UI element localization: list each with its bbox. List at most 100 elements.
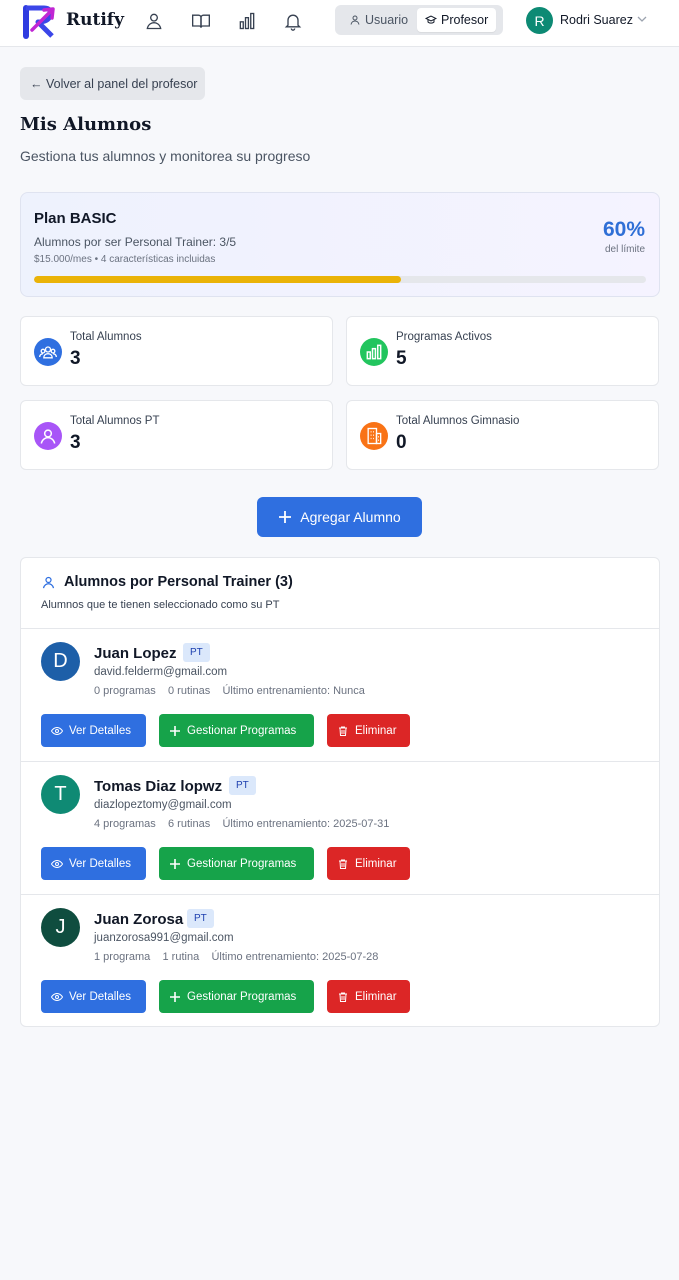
stat-card-total-students: Total Alumnos 3	[20, 316, 333, 386]
rutify-logo-icon[interactable]	[22, 4, 58, 40]
student-name: Juan Zorosa	[94, 911, 184, 928]
plan-usage-label: del límite	[604, 244, 645, 255]
bell-icon[interactable]	[281, 9, 305, 33]
plus-icon	[279, 511, 292, 523]
delete-label: Eliminar	[355, 724, 397, 737]
view-details-label: Ver Detalles	[69, 724, 132, 737]
student-name: Juan Lopez	[94, 645, 177, 662]
delete-label: Eliminar	[355, 857, 397, 870]
delete-button[interactable]: Eliminar	[327, 714, 410, 747]
student-email: juanzorosa991@gmail.com	[94, 932, 234, 944]
trash-icon	[339, 726, 347, 736]
mode-switch: Usuario Profesor	[335, 5, 503, 35]
eye-icon	[51, 859, 63, 868]
plan-usage-bar-fill	[34, 276, 402, 283]
student-programs: 4 programas	[94, 818, 156, 830]
manage-programs-label: Gestionar Programas	[187, 990, 297, 1003]
plan-card: Plan BASIC Alumnos por ser Personal Trai…	[20, 192, 660, 297]
student-last-training: Último entrenamiento: 2025-07-31	[222, 818, 390, 830]
view-details-label: Ver Detalles	[69, 857, 132, 870]
plan-price-text: $15.000/mes • 4 características incluida…	[34, 254, 216, 265]
stat-card-pt-students: Total Alumnos PT 3	[20, 400, 333, 470]
student-last-training: Último entrenamiento: Nunca	[222, 685, 365, 697]
delete-label: Eliminar	[355, 990, 397, 1003]
stat-card-active-programs: Programas Activos 5	[346, 316, 659, 386]
trash-icon	[339, 859, 347, 869]
view-details-button[interactable]: Ver Detalles	[41, 714, 146, 747]
student-name: Tomas Diaz lopwz	[94, 778, 223, 795]
section-header: Alumnos por Personal Trainer (3) Alumnos…	[21, 558, 659, 629]
avatar: J	[41, 908, 80, 947]
student-email: david.felderm@gmail.com	[94, 666, 228, 678]
stat-value: 3	[70, 432, 81, 453]
view-details-button[interactable]: Ver Detalles	[41, 980, 146, 1013]
student-routines: 0 rutinas	[168, 685, 211, 697]
student-meta: 0 programas 0 rutinas Último entrenamien…	[94, 685, 365, 697]
bar-chart-icon	[360, 338, 388, 366]
manage-programs-button[interactable]: Gestionar Programas	[159, 714, 314, 747]
back-button[interactable]: ← Volver al panel del profesor	[20, 67, 205, 100]
stat-value: 3	[70, 348, 81, 369]
graduation-cap-icon	[425, 15, 437, 24]
stat-card-gym-students: Total Alumnos Gimnasio 0	[346, 400, 659, 470]
user-name[interactable]: Rodri Suarez	[560, 13, 633, 27]
student-email: diazlopeztomy@gmail.com	[94, 799, 232, 811]
manage-programs-label: Gestionar Programas	[187, 857, 297, 870]
student-programs: 1 programa	[94, 951, 151, 963]
pt-badge: PT	[187, 909, 214, 928]
avatar[interactable]: R	[526, 7, 553, 34]
bar-chart-icon[interactable]	[235, 9, 259, 33]
top-navbar: Rutify Usuario Profesor R Rodri Suarez	[0, 0, 679, 47]
students-section: Alumnos por Personal Trainer (3) Alumnos…	[20, 557, 660, 1027]
view-details-label: Ver Detalles	[69, 990, 132, 1003]
manage-programs-button[interactable]: Gestionar Programas	[159, 847, 314, 880]
delete-button[interactable]: Eliminar	[327, 847, 410, 880]
student-last-training: Último entrenamiento: 2025-07-28	[211, 951, 379, 963]
plan-usage-percent: 60%	[602, 218, 645, 241]
pt-badge: PT	[229, 776, 256, 795]
pt-badge: PT	[183, 643, 210, 662]
brand-name[interactable]: Rutify	[66, 10, 124, 30]
stat-value: 0	[396, 432, 407, 453]
manage-programs-label: Gestionar Programas	[187, 724, 297, 737]
mode-teacher-button[interactable]: Profesor	[417, 8, 497, 32]
student-row: T Tomas Diaz lopwz PT diazlopeztomy@gmai…	[21, 762, 659, 895]
stat-label: Programas Activos	[396, 331, 492, 343]
mode-user-button[interactable]: Usuario	[341, 8, 416, 32]
avatar: T	[41, 775, 80, 814]
student-routines: 1 rutina	[162, 951, 200, 963]
plus-icon	[170, 858, 180, 869]
user-icon	[42, 576, 55, 589]
stat-value: 5	[396, 348, 407, 369]
manage-programs-button[interactable]: Gestionar Programas	[159, 980, 314, 1013]
plus-icon	[170, 725, 180, 736]
eye-icon	[51, 992, 63, 1001]
student-meta: 1 programa 1 rutina Último entrenamiento…	[94, 951, 378, 963]
avatar: D	[41, 642, 80, 681]
page-title: Mis Alumnos	[20, 114, 152, 135]
view-details-button[interactable]: Ver Detalles	[41, 847, 146, 880]
delete-button[interactable]: Eliminar	[327, 980, 410, 1013]
trash-icon	[339, 992, 347, 1002]
add-student-label: Agregar Alumno	[300, 509, 401, 525]
add-student-button[interactable]: Agregar Alumno	[257, 497, 422, 537]
plus-icon	[170, 991, 180, 1002]
users-group-icon	[34, 338, 62, 366]
section-title: Alumnos por Personal Trainer (3)	[64, 574, 293, 590]
student-row: D Juan Lopez PT david.felderm@gmail.com …	[21, 629, 659, 762]
mode-user-label: Usuario	[365, 13, 409, 27]
student-routines: 6 rutinas	[168, 818, 211, 830]
plan-name: Plan BASIC	[34, 210, 117, 227]
mode-teacher-label: Profesor	[441, 13, 489, 27]
section-subtitle: Alumnos que te tienen seleccionado como …	[41, 599, 280, 611]
chevron-down-icon[interactable]	[636, 13, 648, 25]
stat-label: Total Alumnos PT	[70, 415, 160, 427]
user-icon	[350, 15, 360, 25]
stat-label: Total Alumnos Gimnasio	[396, 415, 520, 427]
user-icon[interactable]	[142, 9, 166, 33]
student-row: J Juan Zorosa PT juanzorosa991@gmail.com…	[21, 895, 659, 1028]
page-subtitle: Gestiona tus alumnos y monitorea su prog…	[20, 148, 311, 164]
book-icon[interactable]	[189, 9, 213, 33]
student-programs: 0 programas	[94, 685, 156, 697]
building-icon	[360, 422, 388, 450]
